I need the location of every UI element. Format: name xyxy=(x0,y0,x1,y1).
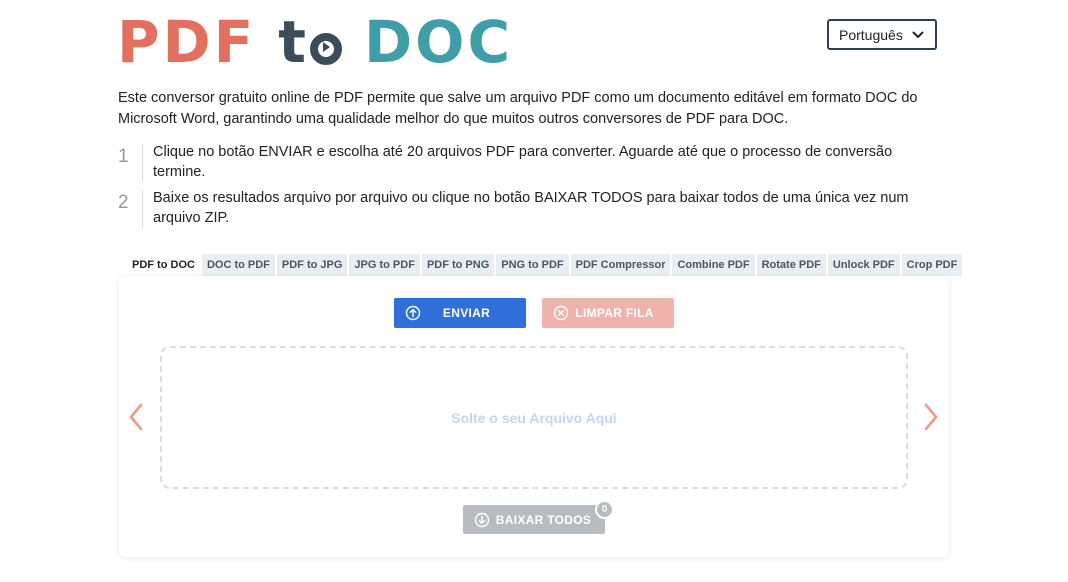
next-arrow-button[interactable] xyxy=(921,402,941,432)
x-circle-icon xyxy=(553,305,569,321)
tab-png-to-pdf[interactable]: PNG to PDF xyxy=(496,254,569,276)
tab-jpg-to-pdf[interactable]: JPG to PDF xyxy=(349,254,420,276)
step-number: 1 xyxy=(118,146,129,167)
step-text: Clique no botão ENVIAR e escolha até 20 … xyxy=(153,144,893,180)
language-select[interactable]: Português xyxy=(827,19,937,50)
tab-pdf-to-jpg[interactable]: PDF to JPG xyxy=(276,254,348,276)
tab-pdf-compressor[interactable]: PDF Compressor xyxy=(570,254,671,276)
logo-doc: DOC xyxy=(364,8,514,76)
prev-arrow-button[interactable] xyxy=(126,402,146,432)
arrow-down-circle-icon xyxy=(474,512,490,528)
download-count-badge: 0 xyxy=(595,500,614,519)
instruction-step: 2 Baixe os resultados arquivo por arquiv… xyxy=(118,188,938,228)
clear-queue-button[interactable]: LIMPAR FILA xyxy=(542,298,674,328)
step-divider xyxy=(142,190,143,228)
tab-pdf-to-png[interactable]: PDF to PNG xyxy=(421,254,495,276)
file-drop-zone[interactable]: Solte o seu Arquivo Aqui xyxy=(160,346,908,489)
drop-zone-hint: Solte o seu Arquivo Aqui xyxy=(451,409,617,426)
chevron-right-icon xyxy=(924,403,938,431)
download-all-button-label: BAIXAR TODOS xyxy=(495,512,592,527)
tool-tabs: PDF to DOC DOC to PDF PDF to JPG JPG to … xyxy=(127,254,963,276)
instructions-list: 1 Clique no botão ENVIAR e escolha até 2… xyxy=(118,142,938,234)
tab-combine-pdf[interactable]: Combine PDF xyxy=(672,254,755,276)
tab-crop-pdf[interactable]: Crop PDF xyxy=(901,254,963,276)
step-text: Baixe os resultados arquivo por arquivo … xyxy=(153,190,909,226)
step-divider xyxy=(142,144,143,182)
upload-button[interactable]: ENVIAR xyxy=(394,298,526,328)
converter-panel: ENVIAR LIMPAR FILA Solte o seu Arquivo A… xyxy=(119,276,949,557)
logo[interactable]: PDF t DOC xyxy=(117,12,513,72)
language-selected: Português xyxy=(839,26,903,43)
tab-rotate-pdf[interactable]: Rotate PDF xyxy=(756,254,826,276)
logo-to: t xyxy=(278,13,343,71)
tab-doc-to-pdf[interactable]: DOC to PDF xyxy=(201,254,275,276)
logo-refresh-icon xyxy=(310,33,343,65)
step-number: 2 xyxy=(118,192,129,213)
clear-queue-button-label: LIMPAR FILA xyxy=(575,306,654,320)
upload-button-label: ENVIAR xyxy=(442,306,491,320)
chevron-down-icon xyxy=(911,28,925,42)
instruction-step: 1 Clique no botão ENVIAR e escolha até 2… xyxy=(118,142,938,182)
intro-text: Este conversor gratuito online de PDF pe… xyxy=(118,90,918,127)
logo-pdf: PDF xyxy=(117,8,257,76)
download-all-button[interactable]: BAIXAR TODOS xyxy=(463,505,605,534)
tab-unlock-pdf[interactable]: Unlock PDF xyxy=(827,254,900,276)
chevron-left-icon xyxy=(129,403,143,431)
tab-pdf-to-doc[interactable]: PDF to DOC xyxy=(127,254,200,276)
arrow-up-circle-icon xyxy=(405,305,421,321)
